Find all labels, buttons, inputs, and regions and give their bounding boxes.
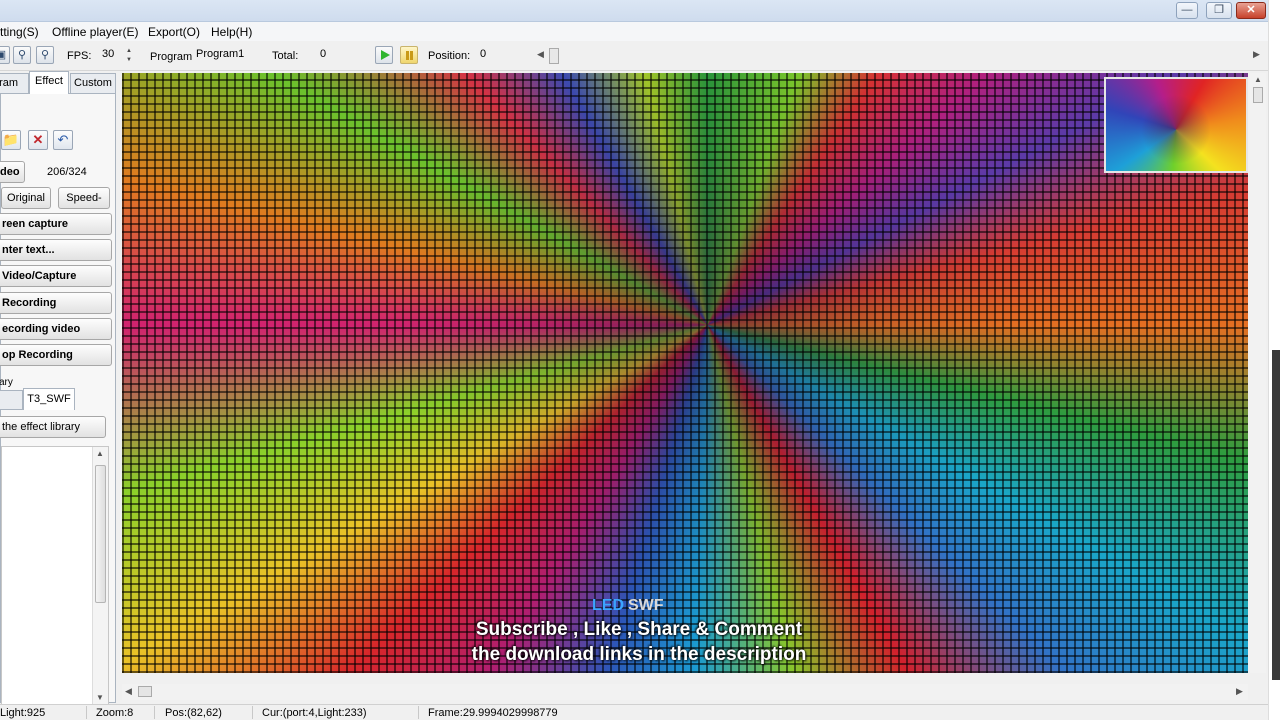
delete-icon[interactable]: ✕ — [28, 130, 48, 150]
status-divider — [86, 706, 87, 719]
led-pixel-grid — [122, 73, 1248, 673]
led-swf-watermark: LED SWF — [592, 597, 664, 615]
video-capture-button[interactable]: Video/Capture — [0, 265, 112, 287]
screen-capture-button[interactable]: reen capture — [0, 213, 112, 235]
slider-thumb[interactable] — [549, 48, 559, 64]
undo-icon[interactable]: ↶ — [53, 130, 73, 150]
effect-library-button[interactable]: the effect library — [0, 416, 106, 438]
library-label: ary — [0, 377, 13, 388]
menu-export[interactable]: Export(O) — [148, 25, 200, 39]
play-button[interactable] — [375, 46, 393, 64]
status-light: Light:925 — [0, 707, 46, 719]
total-label: Total: — [272, 50, 299, 62]
caption-download-links: the download links in the description — [471, 644, 807, 665]
zoom-in-icon[interactable]: ⚲ — [13, 46, 31, 64]
app-window: — ❐ ✕ tting(S) Offline player(E) Export(… — [0, 0, 1280, 720]
library-scrollbar[interactable]: ▲ ▼ — [92, 447, 108, 707]
menu-bar: tting(S) Offline player(E) Export(O) Hel… — [0, 22, 1268, 41]
watermark-swf-text: SWF — [628, 597, 664, 614]
minimize-button[interactable]: — — [1176, 2, 1198, 19]
status-divider — [418, 706, 419, 719]
effect-tab-content: 📁 ✕ ↶ deo 206/324 Original Speed- reen c… — [0, 93, 116, 708]
tab-custom[interactable]: Custom — [70, 73, 116, 94]
led-preview-canvas[interactable]: LED SWF Subscribe , Like , Share & Commen… — [122, 73, 1248, 673]
canvas-vertical-scrollbar[interactable]: ▲ — [1250, 73, 1266, 673]
slider-right-arrow-icon[interactable]: ▶ — [1253, 49, 1260, 60]
fps-spin-up-icon[interactable]: ▲ — [126, 47, 134, 55]
menu-setting[interactable]: tting(S) — [0, 25, 39, 39]
scroll-up-arrow-icon[interactable]: ▲ — [96, 449, 104, 458]
tab-effect[interactable]: Effect — [29, 71, 69, 94]
tab-program[interactable]: gram — [0, 73, 29, 94]
menu-offline-player[interactable]: Offline player(E) — [52, 25, 138, 39]
speed-button[interactable]: Speed- — [58, 187, 110, 209]
scroll-up-arrow-icon[interactable]: ▲ — [1254, 75, 1262, 84]
status-cursor: Cur:(port:4,Light:233) — [262, 707, 367, 719]
desktop-background — [1272, 350, 1280, 680]
position-slider[interactable]: ◀ ▶ — [535, 47, 1260, 65]
fps-spin-down-icon[interactable]: ▼ — [126, 56, 134, 64]
menu-help[interactable]: Help(H) — [211, 25, 252, 39]
maximize-button[interactable]: ❐ — [1206, 2, 1232, 19]
status-zoom: Zoom:8 — [96, 707, 134, 719]
library-list[interactable]: ▲ ▼ — [1, 446, 109, 708]
caption-subscribe: Subscribe , Like , Share & Comment — [475, 619, 803, 640]
enter-text-button[interactable]: nter text... — [0, 239, 112, 261]
library-tab-t3-swf[interactable]: T3_SWF — [23, 388, 75, 410]
status-divider — [252, 706, 253, 719]
title-bar: — ❐ ✕ — [0, 0, 1268, 22]
position-input[interactable]: 0 — [476, 46, 526, 64]
scroll-left-arrow-icon[interactable]: ◀ — [125, 686, 132, 697]
save-icon[interactable]: ▣ — [0, 46, 10, 64]
video-button[interactable]: deo — [0, 161, 25, 183]
close-button[interactable]: ✕ — [1236, 2, 1266, 19]
program-input[interactable]: Program1 — [192, 46, 262, 64]
frame-count: 206/324 — [47, 166, 87, 178]
zoom-out-icon[interactable]: ⚲ — [36, 46, 54, 64]
effect-thumbnail[interactable] — [1104, 77, 1248, 173]
program-label: Program: — [150, 51, 196, 63]
status-bar: Light:925 Zoom:8 Pos:(82,62) Cur:(port:4… — [0, 704, 1268, 720]
fps-label: FPS: — [67, 50, 92, 62]
toolbar: ▣ ⚲ ⚲ FPS: 30 ▲ ▼ Program: Program1 Tota… — [0, 41, 1268, 71]
status-frame: Frame:29.9994029998779 — [428, 707, 558, 719]
left-panel: gram Effect Custom 📁 ✕ ↶ deo 206/324 Ori… — [0, 71, 118, 708]
slider-left-arrow-icon[interactable]: ◀ — [537, 49, 544, 60]
library-tab-blank[interactable] — [0, 390, 23, 410]
status-pos: Pos:(82,62) — [165, 707, 222, 719]
recording-video-button[interactable]: ecording video — [0, 318, 112, 340]
status-divider — [154, 706, 155, 719]
scroll-right-arrow-icon[interactable]: ▶ — [1236, 686, 1243, 697]
watermark-led-text: LED — [592, 597, 624, 614]
vertical-scroll-thumb[interactable] — [1253, 87, 1263, 103]
scroll-down-arrow-icon[interactable]: ▼ — [96, 693, 104, 702]
canvas-horizontal-scrollbar[interactable]: ◀ ▶ — [122, 684, 1248, 700]
library-scroll-thumb[interactable] — [95, 465, 106, 603]
total-input[interactable]: 0 — [316, 46, 366, 64]
fps-input[interactable]: 30 — [98, 46, 124, 64]
recording-button[interactable]: Recording — [0, 292, 112, 314]
stop-recording-button[interactable]: op Recording — [0, 344, 112, 366]
original-button[interactable]: Original — [1, 187, 51, 209]
pause-button[interactable] — [400, 46, 418, 64]
open-folder-icon[interactable]: 📁 — [1, 130, 21, 150]
horizontal-scroll-thumb[interactable] — [138, 686, 152, 697]
position-label: Position: — [428, 50, 471, 62]
